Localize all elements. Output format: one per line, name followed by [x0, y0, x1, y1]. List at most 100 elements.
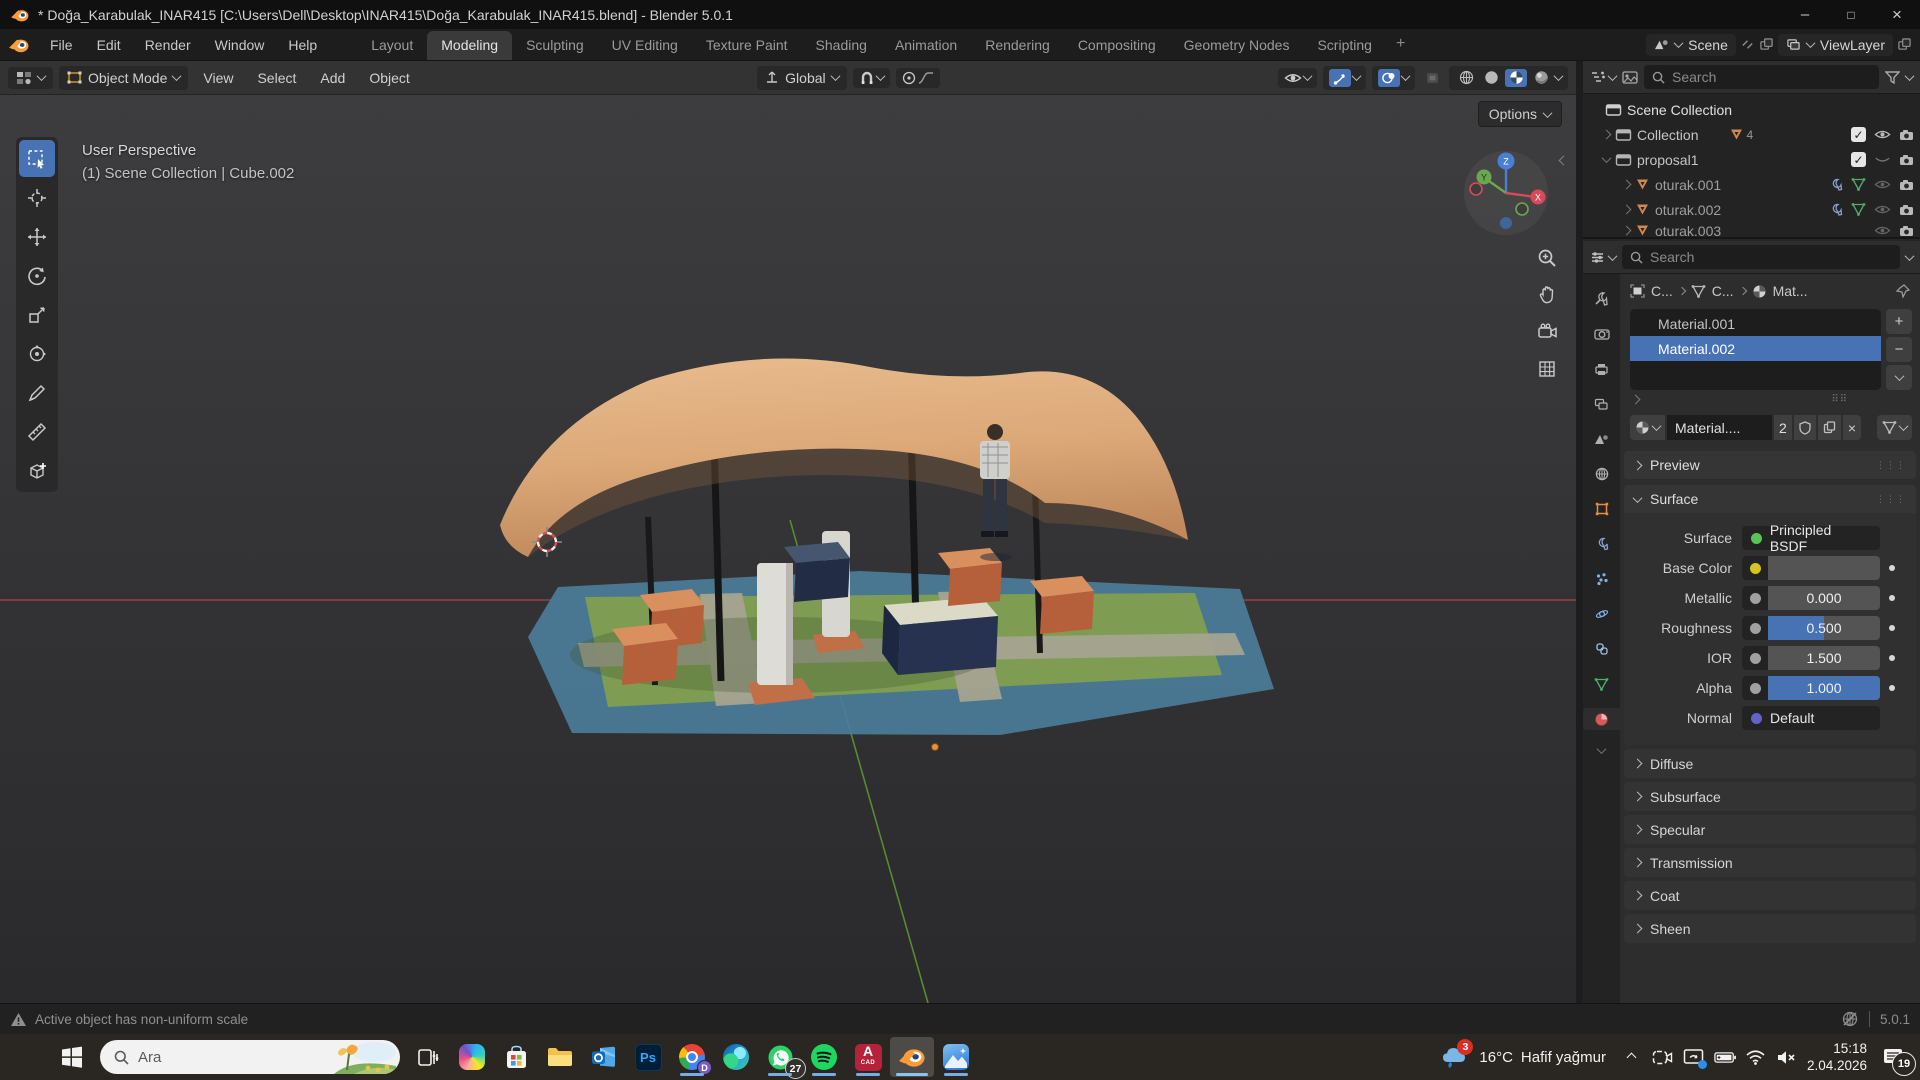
pan-view-button[interactable] [1532, 280, 1562, 310]
whatsapp-button[interactable]: 27 [758, 1037, 802, 1077]
xray-toggle[interactable] [1421, 69, 1443, 87]
weather-widget[interactable]: 3 16°C Hafif yağmur [1441, 1044, 1606, 1070]
viewlayer-selector[interactable]: ViewLayer [1778, 34, 1893, 56]
chrome-button[interactable]: D [670, 1037, 714, 1077]
tab-texture-paint[interactable]: Texture Paint [692, 31, 802, 60]
remove-material-slot-button[interactable]: − [1886, 337, 1912, 362]
camera-view-button[interactable] [1532, 317, 1562, 347]
scene-selector[interactable]: Scene [1646, 34, 1736, 56]
add-workspace-button[interactable]: + [1386, 31, 1415, 60]
properties-options-dropdown[interactable] [1905, 251, 1915, 261]
orthographic-toggle-button[interactable] [1532, 354, 1562, 384]
breadcrumb-data[interactable]: C... [1712, 283, 1734, 299]
filter-funnel-icon[interactable] [1885, 71, 1900, 84]
tab-compositing[interactable]: Compositing [1064, 31, 1170, 60]
shading-rendered-button[interactable] [1530, 69, 1552, 87]
copy-viewlayer-icon[interactable] [1897, 38, 1912, 51]
notification-center-button[interactable]: 19 [1876, 1042, 1910, 1072]
link-mesh-dropdown[interactable] [1877, 415, 1912, 440]
slot-filter-expand[interactable] [1631, 395, 1641, 405]
proportional-edit-controls[interactable] [896, 68, 940, 88]
disable-render-camera-icon[interactable] [1899, 225, 1914, 237]
meet-now-camera-icon[interactable] [1652, 1046, 1674, 1068]
menu-edit[interactable]: Edit [85, 33, 133, 57]
hide-eye-closed-icon[interactable] [1874, 154, 1891, 165]
expand-icon[interactable] [1602, 130, 1612, 140]
volume-muted-icon[interactable] [1776, 1046, 1798, 1068]
tool-scale[interactable] [19, 296, 55, 333]
network-offline-icon[interactable] [1841, 1010, 1859, 1028]
sheen-panel-header[interactable]: Sheen [1624, 914, 1916, 943]
menu-object[interactable]: Object [360, 66, 418, 90]
material-slot-1[interactable]: Material.001 [1630, 311, 1881, 336]
tab-modifiers[interactable] [1589, 533, 1615, 555]
file-explorer-button[interactable] [538, 1037, 582, 1077]
metallic-slider[interactable]: 0.000 [1742, 586, 1880, 610]
minimize-button[interactable]: – [1782, 0, 1828, 29]
wifi-icon[interactable] [1745, 1046, 1767, 1068]
disable-render-camera-icon[interactable] [1899, 129, 1914, 141]
hide-eye-icon[interactable] [1874, 204, 1891, 215]
start-button[interactable] [50, 1037, 94, 1077]
tab-layout[interactable]: Layout [357, 31, 427, 60]
cast-status-icon[interactable] [1683, 1046, 1705, 1068]
panel-drag-grip[interactable]: ⋮⋮⋮ [1876, 495, 1906, 503]
normal-input-button[interactable]: Default [1742, 706, 1880, 730]
tab-tool[interactable] [1589, 288, 1615, 310]
menu-select[interactable]: Select [248, 66, 305, 90]
surface-shader-button[interactable]: Principled BSDF [1742, 526, 1880, 550]
blender-app-menu-icon[interactable] [8, 36, 30, 54]
photoshop-button[interactable]: Ps [626, 1037, 670, 1077]
animate-dot[interactable] [1889, 655, 1895, 661]
base-color-widget[interactable] [1742, 556, 1880, 580]
tab-scene[interactable] [1589, 428, 1615, 450]
tab-render[interactable] [1589, 323, 1615, 345]
tool-transform[interactable] [19, 335, 55, 372]
tab-object-data[interactable] [1589, 673, 1615, 695]
tab-physics[interactable] [1589, 603, 1615, 625]
collapse-icon[interactable] [1602, 153, 1612, 163]
specular-panel-header[interactable]: Specular [1624, 815, 1916, 844]
breadcrumb-object[interactable]: C... [1651, 283, 1673, 299]
show-gizmo-toggle[interactable] [1278, 68, 1317, 88]
new-material-copy-button[interactable] [1818, 415, 1841, 440]
edge-button[interactable] [714, 1037, 758, 1077]
menu-view[interactable]: View [194, 66, 242, 90]
tab-scripting[interactable]: Scripting [1303, 31, 1385, 60]
tool-annotate[interactable] [19, 374, 55, 411]
battery-icon[interactable] [1714, 1046, 1736, 1068]
material-users-count-button[interactable]: 2 [1774, 415, 1792, 440]
disable-render-camera-icon[interactable] [1899, 204, 1914, 216]
outliner-search-input[interactable]: Search [1644, 65, 1879, 89]
display-mode-icon[interactable] [1622, 71, 1638, 84]
task-view-button[interactable] [406, 1037, 450, 1077]
taskbar-search-input[interactable]: Ara [100, 1040, 400, 1074]
tab-material[interactable] [1583, 708, 1620, 730]
tab-geometry-nodes[interactable]: Geometry Nodes [1170, 31, 1304, 60]
collection-checkbox[interactable]: ✓ [1851, 152, 1866, 167]
outliner-filter-dropdown[interactable] [1905, 71, 1915, 81]
spotify-button[interactable] [802, 1037, 846, 1077]
blender-taskbar-button[interactable] [890, 1037, 934, 1077]
tab-shading[interactable]: Shading [802, 31, 881, 60]
tab-view-layer[interactable] [1589, 393, 1615, 415]
shading-solid-button[interactable] [1480, 69, 1502, 87]
hide-eye-icon[interactable] [1874, 179, 1891, 190]
microsoft-store-button[interactable] [494, 1037, 538, 1077]
material-slot-2-selected[interactable]: Material.002 [1630, 336, 1881, 361]
tab-strip-overflow[interactable] [1597, 744, 1607, 754]
editor-type-selector[interactable] [8, 67, 53, 89]
unlink-scene-icon[interactable] [1740, 38, 1755, 51]
tab-object[interactable] [1589, 498, 1615, 520]
autocad-button[interactable]: A CAD [846, 1037, 890, 1077]
collection-checkbox[interactable]: ✓ [1851, 127, 1866, 142]
hide-eye-icon[interactable] [1874, 225, 1891, 236]
snap-controls[interactable] [853, 68, 890, 88]
tool-rotate[interactable] [19, 257, 55, 294]
unlink-material-button[interactable]: × [1843, 415, 1861, 440]
outliner-row-collection[interactable]: Collection 4 ✓ [1589, 122, 1920, 147]
material-specials-button[interactable] [1886, 365, 1912, 390]
add-material-slot-button[interactable]: + [1886, 309, 1912, 334]
tab-uv-editing[interactable]: UV Editing [598, 31, 692, 60]
tab-particles[interactable] [1589, 568, 1615, 590]
